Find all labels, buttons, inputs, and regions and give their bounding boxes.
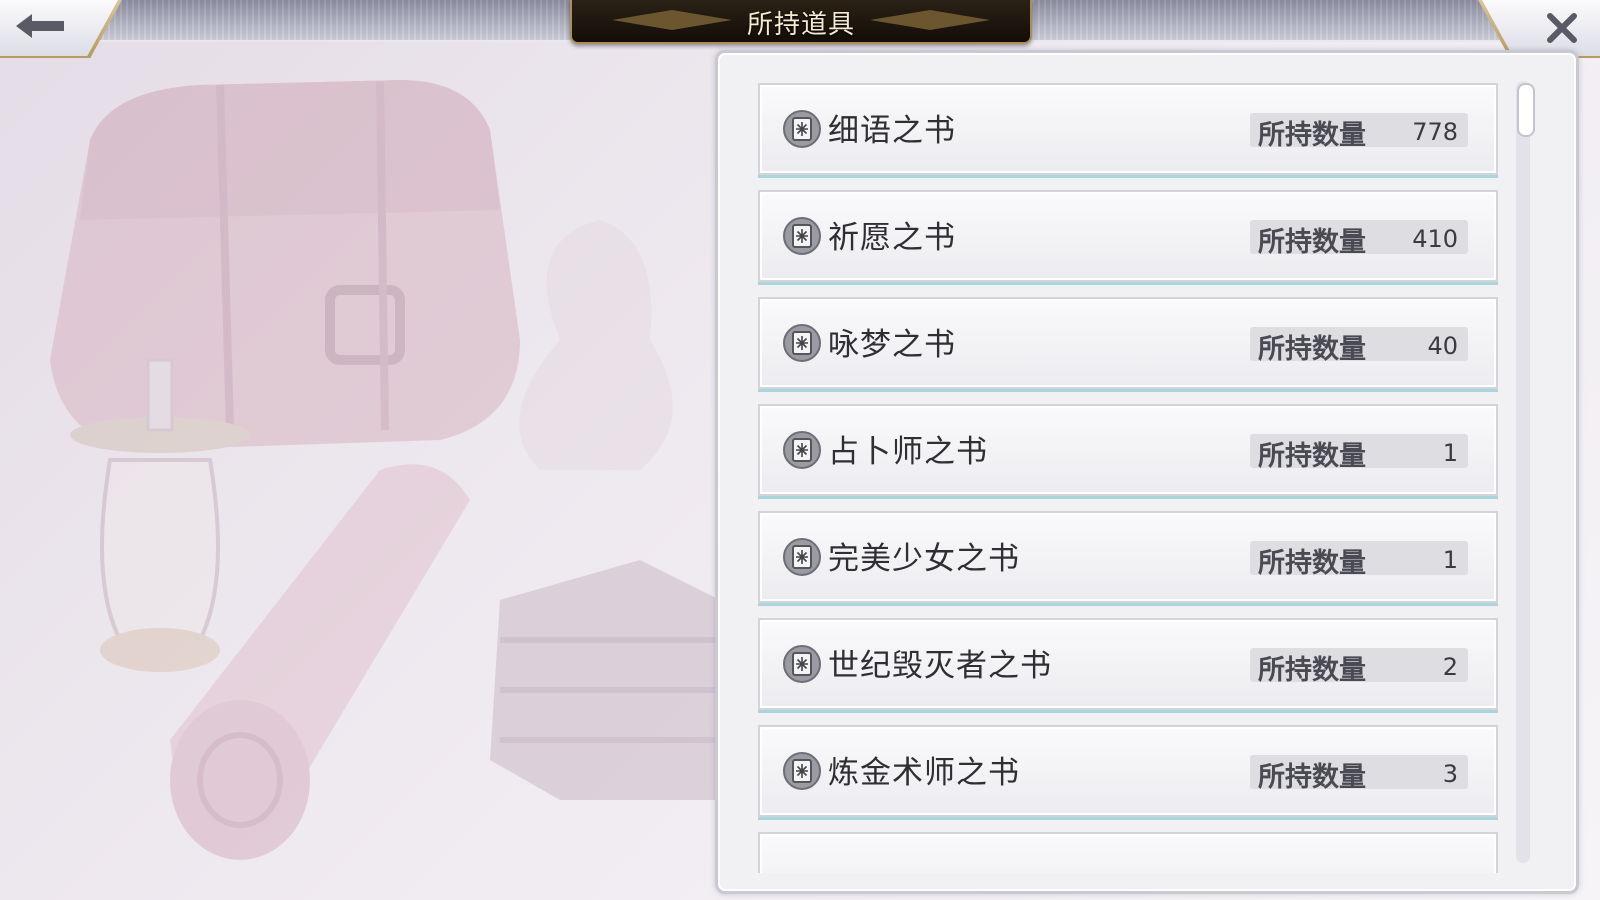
book-icon — [782, 109, 822, 149]
quantity-box: 所持数量 40 — [1250, 327, 1468, 365]
list-item[interactable]: 细语之书 所持数量 778 — [758, 83, 1498, 175]
book-icon — [782, 216, 822, 256]
title-plate: 所持道具 — [570, 0, 1032, 44]
book-icon — [782, 644, 822, 684]
item-list[interactable]: 细语之书 所持数量 778 祈愿之书 所持数量 410 咏梦之书 所持数量 40 占卜师之书 所持数… — [758, 83, 1498, 873]
quantity-box: 所持数量 778 — [1250, 113, 1468, 151]
scrollbar-track[interactable] — [1516, 81, 1530, 863]
item-list-panel: 细语之书 所持数量 778 祈愿之书 所持数量 410 咏梦之书 所持数量 40 占卜师之书 所持数… — [715, 50, 1579, 894]
item-name: 细语之书 — [828, 113, 956, 149]
quantity-label: 所持数量 — [1258, 120, 1366, 151]
item-name: 占卜师之书 — [828, 434, 988, 470]
close-button[interactable] — [1482, 0, 1600, 56]
book-icon — [782, 323, 822, 363]
item-name: 咏梦之书 — [828, 327, 956, 363]
item-name: 完美少女之书 — [828, 541, 1020, 577]
list-item[interactable] — [758, 832, 1498, 873]
list-item[interactable]: 世纪毁灭者之书 所持数量 2 — [758, 618, 1498, 710]
page-title: 所持道具 — [746, 10, 855, 40]
list-item[interactable]: 占卜师之书 所持数量 1 — [758, 404, 1498, 496]
book-icon — [782, 430, 822, 470]
scrollbar-thumb[interactable] — [1517, 83, 1535, 137]
quantity-value: 2 — [1442, 653, 1458, 681]
quantity-box: 所持数量 410 — [1250, 220, 1468, 258]
quantity-value: 1 — [1442, 546, 1458, 574]
quantity-value: 40 — [1427, 332, 1458, 360]
quantity-value: 410 — [1412, 225, 1458, 253]
quantity-value: 1 — [1442, 439, 1458, 467]
quantity-box: 所持数量 3 — [1250, 755, 1468, 793]
close-icon — [1547, 13, 1577, 43]
list-item[interactable]: 咏梦之书 所持数量 40 — [758, 297, 1498, 389]
list-item[interactable]: 完美少女之书 所持数量 1 — [758, 511, 1498, 603]
quantity-value: 3 — [1442, 760, 1458, 788]
quantity-label: 所持数量 — [1258, 334, 1366, 365]
quantity-label: 所持数量 — [1258, 548, 1366, 579]
quantity-label: 所持数量 — [1258, 762, 1366, 793]
list-item[interactable]: 炼金术师之书 所持数量 3 — [758, 725, 1498, 817]
item-name: 炼金术师之书 — [828, 755, 1020, 791]
list-item[interactable]: 祈愿之书 所持数量 410 — [758, 190, 1498, 282]
quantity-label: 所持数量 — [1258, 441, 1366, 472]
background-illustration — [50, 80, 720, 860]
item-name: 祈愿之书 — [828, 220, 956, 256]
quantity-value: 778 — [1412, 118, 1458, 146]
book-icon — [782, 751, 822, 791]
quantity-label: 所持数量 — [1258, 655, 1366, 686]
quantity-box: 所持数量 2 — [1250, 648, 1468, 686]
quantity-label: 所持数量 — [1258, 227, 1366, 258]
book-icon — [782, 537, 822, 577]
quantity-box: 所持数量 1 — [1250, 434, 1468, 472]
quantity-box: 所持数量 1 — [1250, 541, 1468, 579]
left-arrow-icon — [16, 14, 64, 38]
item-name: 世纪毁灭者之书 — [828, 648, 1052, 684]
